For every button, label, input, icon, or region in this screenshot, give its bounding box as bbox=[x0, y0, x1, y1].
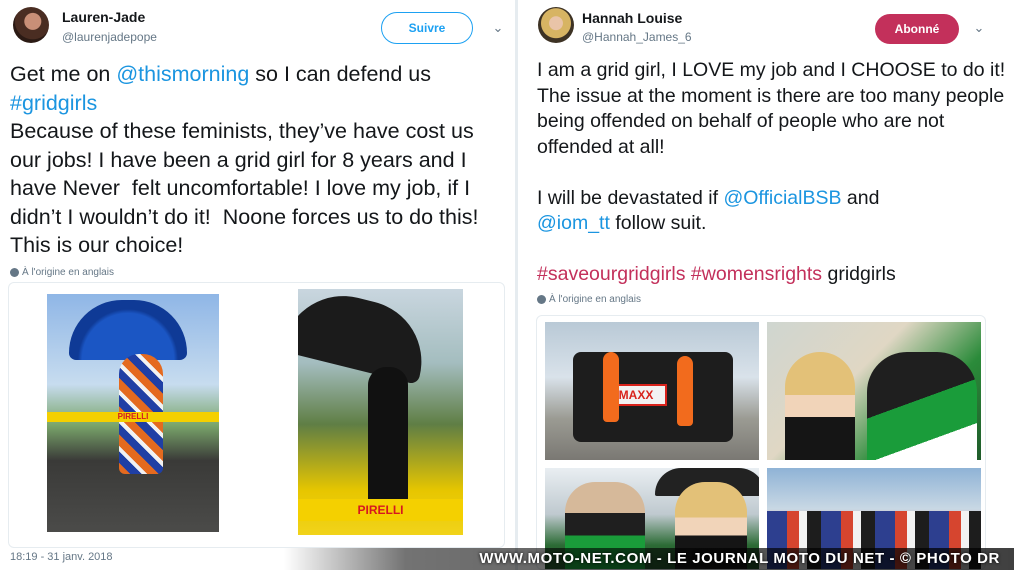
rider-figure bbox=[867, 352, 977, 460]
translation-label: À l'origine en anglais bbox=[22, 267, 114, 278]
author-handle[interactable]: @laurenjadepope bbox=[62, 30, 157, 44]
tweet-media: PIRELLI PIRELLI bbox=[8, 282, 505, 548]
tweet-text: I am a grid girl, I LOVE my job and I CH… bbox=[537, 58, 1007, 288]
grid-girl-figure bbox=[677, 356, 693, 426]
pirelli-banner: PIRELLI bbox=[298, 499, 463, 521]
text-segment: follow suit. bbox=[615, 212, 707, 234]
author-name[interactable]: Lauren-Jade bbox=[62, 9, 145, 25]
following-button[interactable]: Abonné bbox=[875, 14, 959, 44]
text-segment: Get me on bbox=[10, 62, 117, 86]
chevron-down-icon[interactable]: ⌄ bbox=[490, 20, 506, 36]
globe-icon bbox=[10, 268, 19, 277]
grid-girl-figure bbox=[785, 352, 855, 460]
photo-grid-girl-blue-umbrella[interactable]: PIRELLI bbox=[47, 294, 219, 532]
text-segment: gridgirls bbox=[822, 263, 896, 285]
tweet-media-grid: MAXX bbox=[536, 315, 986, 570]
column-divider bbox=[515, 0, 518, 570]
tweet-header: Lauren-Jade @laurenjadepope Suivre ⌄ bbox=[0, 4, 510, 50]
mention-officialbsb[interactable]: @OfficialBSB bbox=[723, 187, 841, 209]
hashtag-saveourgridgirls[interactable]: #saveourgridgirls bbox=[537, 263, 686, 285]
tweet-timestamp[interactable]: 18:19 - 31 janv. 2018 bbox=[10, 551, 113, 563]
mention-iom-tt[interactable]: @iom_tt bbox=[537, 212, 610, 234]
grid-girl-figure bbox=[603, 352, 619, 422]
tweet-lauren-jade: Lauren-Jade @laurenjadepope Suivre ⌄ Get… bbox=[0, 0, 510, 570]
hashtag-gridgirls[interactable]: #gridgirls bbox=[10, 91, 97, 115]
black-umbrella bbox=[298, 289, 435, 385]
translation-label: À l'origine en anglais bbox=[549, 294, 641, 305]
tweet-hannah-louise: Hannah Louise @Hannah_James_6 Abonné ⌄ I… bbox=[524, 0, 1014, 570]
tweet-text: Get me on @thismorning so I can defend u… bbox=[10, 60, 505, 260]
text-segment: and bbox=[846, 186, 880, 209]
avatar[interactable] bbox=[13, 7, 49, 43]
author-handle[interactable]: @Hannah_James_6 bbox=[582, 30, 692, 44]
translation-note[interactable]: À l'origine en anglais bbox=[10, 267, 114, 278]
photo-grid-girls-truck[interactable]: MAXX bbox=[545, 322, 759, 460]
translation-note[interactable]: À l'origine en anglais bbox=[537, 294, 641, 305]
globe-icon bbox=[537, 295, 546, 304]
avatar[interactable] bbox=[538, 7, 574, 43]
follow-button[interactable]: Suivre bbox=[381, 12, 473, 44]
photo-grid-girl-rider[interactable] bbox=[767, 322, 981, 460]
watermark-text: WWW.MOTO-NET.COM - LE JOURNAL MOTO DU NE… bbox=[479, 550, 1000, 567]
text-segment: Because of these feminists, they’ve have… bbox=[10, 119, 479, 257]
mention-thismorning[interactable]: @thismorning bbox=[116, 62, 249, 86]
pirelli-banner: PIRELLI bbox=[47, 412, 219, 422]
author-name[interactable]: Hannah Louise bbox=[582, 10, 682, 26]
grid-girl-figure bbox=[368, 367, 408, 507]
text-segment: so I can defend us bbox=[255, 62, 432, 86]
tweet-header: Hannah Louise @Hannah_James_6 Abonné ⌄ bbox=[524, 4, 1014, 50]
blue-umbrella bbox=[69, 300, 187, 360]
chevron-down-icon[interactable]: ⌄ bbox=[971, 20, 987, 36]
photo-grid-girl-black-umbrella[interactable]: PIRELLI bbox=[298, 289, 463, 535]
hashtag-womensrights[interactable]: #womensrights bbox=[691, 263, 822, 285]
